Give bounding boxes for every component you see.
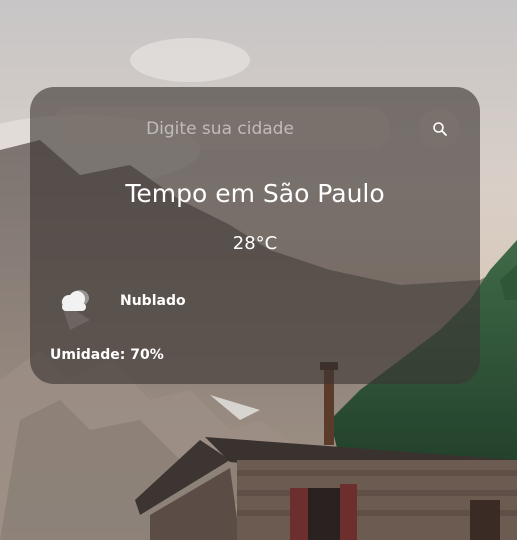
temperature-value: 28°C (232, 233, 278, 254)
weather-description: Nublado (120, 293, 186, 309)
humidity-value: Umidade: 70% (50, 347, 164, 363)
search-button[interactable] (419, 108, 460, 149)
cloud-icon (62, 290, 89, 311)
search-bar (50, 107, 460, 150)
search-icon (432, 121, 447, 136)
weather-card: Tempo em São Paulo 28°C Nublado Umidade:… (30, 87, 480, 384)
city-search-input[interactable] (50, 107, 390, 150)
weather-title: Tempo em São Paulo (125, 179, 385, 208)
